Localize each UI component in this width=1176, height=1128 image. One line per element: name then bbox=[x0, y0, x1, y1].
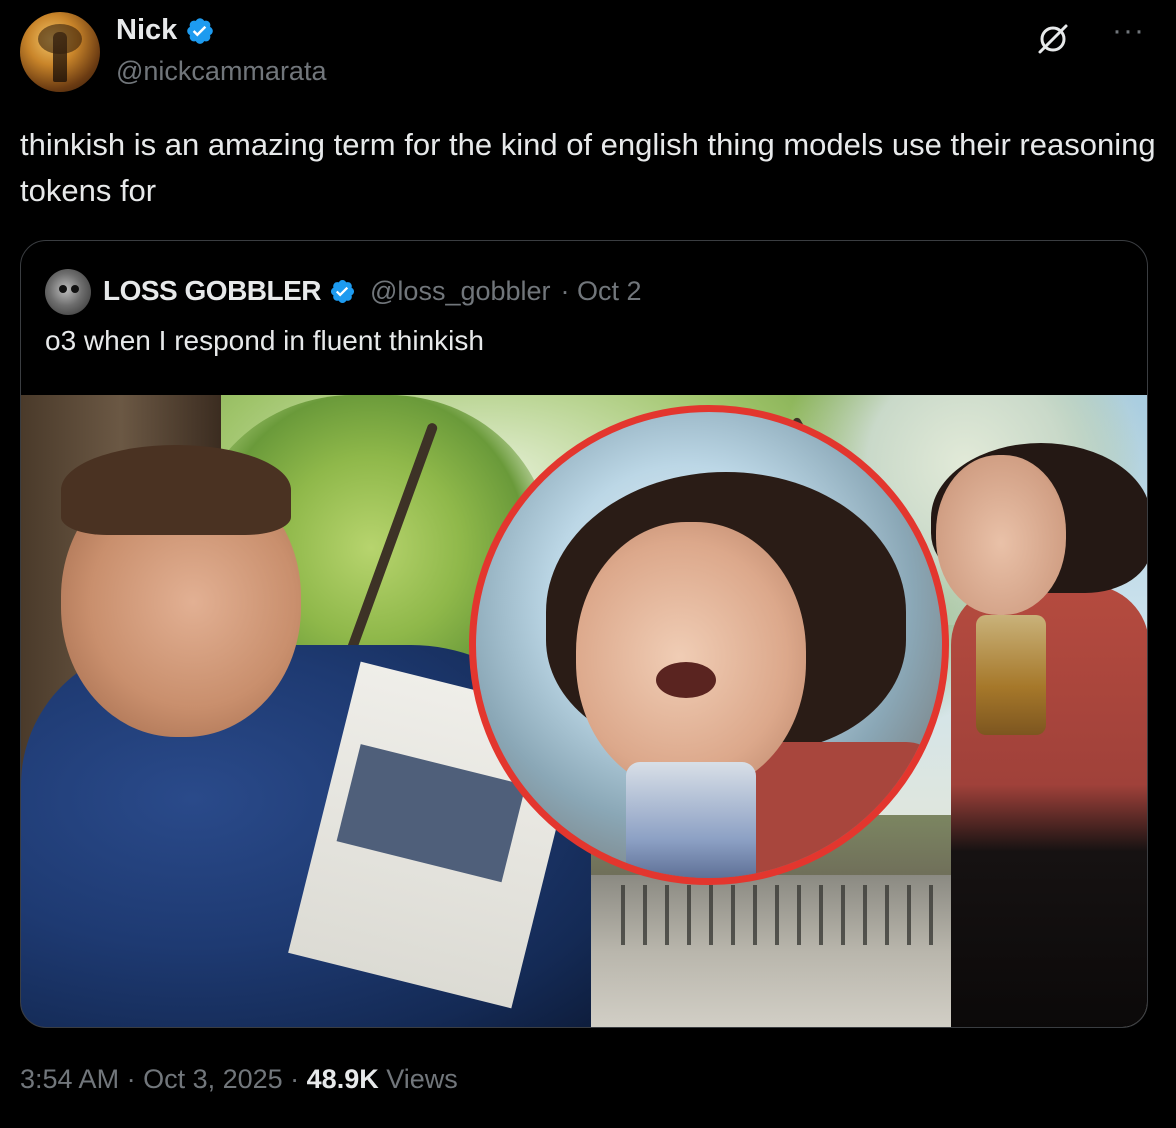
zoomed-face bbox=[576, 522, 806, 792]
grok-icon[interactable] bbox=[1036, 22, 1070, 56]
tweet-text: thinkish is an amazing term for the kind… bbox=[20, 127, 1156, 208]
author-avatar[interactable] bbox=[20, 12, 100, 92]
quoted-tweet[interactable]: LOSS GOBBLER @loss_gobbler · Oct 2 o3 wh… bbox=[20, 240, 1148, 1028]
avatar-figure bbox=[53, 32, 67, 82]
author-name[interactable]: Nick bbox=[116, 14, 177, 47]
separator-dot: · bbox=[119, 1064, 144, 1094]
verified-badge-icon bbox=[187, 17, 214, 44]
author-handle[interactable]: @nickcammarata bbox=[116, 56, 326, 87]
quoted-tweet-text: o3 when I respond in fluent thinkish bbox=[45, 325, 484, 356]
quoted-author-row[interactable]: LOSS GOBBLER @loss_gobbler · Oct 2 bbox=[103, 275, 642, 307]
quoted-tweet-date[interactable]: · Oct 2 bbox=[561, 276, 642, 307]
quoted-author-name[interactable]: LOSS GOBBLER bbox=[103, 275, 322, 307]
quoted-tweet-image[interactable] bbox=[21, 395, 1147, 1027]
tweet-time[interactable]: 3:54 AM bbox=[20, 1064, 119, 1094]
views-count[interactable]: 48.9K bbox=[307, 1064, 379, 1094]
quoted-author-handle[interactable]: @loss_gobbler bbox=[370, 276, 551, 307]
quoted-author-avatar[interactable] bbox=[45, 269, 91, 315]
author-name-row[interactable]: Nick bbox=[116, 14, 215, 47]
separator-dot: · bbox=[282, 1064, 307, 1094]
photo-man-hair bbox=[61, 445, 291, 535]
views-label: Views bbox=[378, 1064, 458, 1094]
tweet-date[interactable]: Oct 3, 2025 bbox=[143, 1064, 283, 1094]
tweet-footer: 3:54 AM · Oct 3, 2025 · 48.9K Views bbox=[20, 1064, 458, 1095]
highlight-circle bbox=[469, 405, 949, 885]
avatar-eye bbox=[59, 285, 67, 293]
zoomed-mouth bbox=[656, 662, 716, 698]
more-icon[interactable]: ··· bbox=[1112, 14, 1145, 48]
zoomed-drink-cup bbox=[626, 762, 756, 878]
verified-badge-icon bbox=[330, 279, 355, 303]
photo-woman-face bbox=[936, 455, 1066, 615]
avatar-eye bbox=[71, 285, 79, 293]
photo-drink-cup bbox=[976, 615, 1046, 735]
newspaper-photo bbox=[336, 744, 526, 883]
